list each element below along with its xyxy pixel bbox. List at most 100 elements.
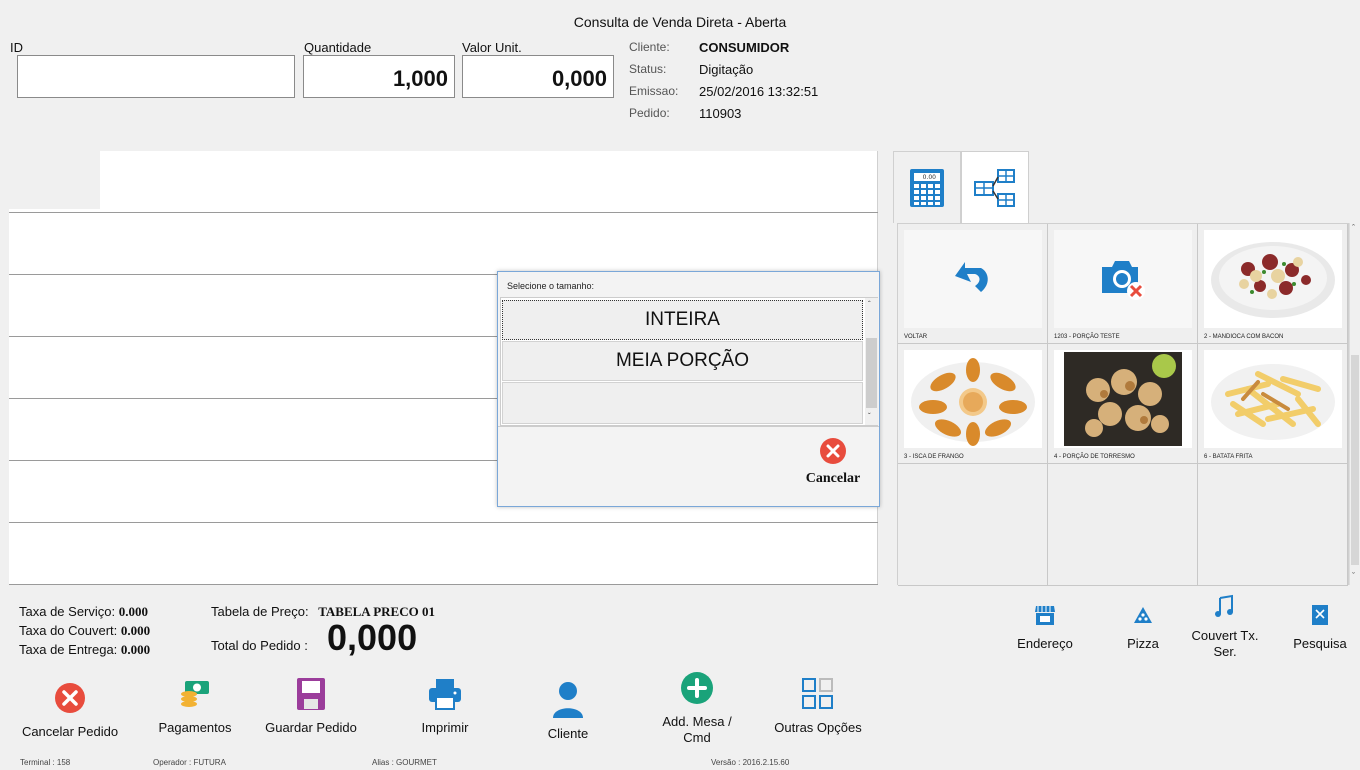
window-title: Consulta de Venda Direta - Aberta [573, 14, 787, 30]
size-option-empty[interactable] [502, 382, 863, 424]
dialog-cancel-label: Cancelar [805, 471, 861, 486]
product-name: 3 - ISCA DE FRANGO [904, 454, 964, 460]
dialog-divider [498, 426, 879, 427]
pedido-value: 110903 [699, 106, 742, 121]
unit-price-input[interactable]: 0,000 [462, 55, 614, 98]
table-row[interactable] [9, 523, 878, 585]
status-bar: Terminal : 158 Operador : FUTURA Alias :… [0, 757, 1360, 770]
pesquisa-button[interactable]: Pesquisa [1290, 600, 1350, 651]
dialog-cancel-button[interactable]: Cancelar [798, 437, 868, 497]
product-tile[interactable]: 2 - MANDIOCA COM BACON [1198, 224, 1348, 344]
save-order-button[interactable]: Guardar Pedido [255, 674, 367, 736]
endereco-button[interactable]: Endereço [1015, 600, 1075, 651]
scroll-down-icon[interactable]: ˇ [1352, 571, 1355, 581]
size-list: INTEIRA MEIA PORÇÃO ˆ ˇ [500, 297, 878, 426]
taxa-servico: Taxa de Serviço: 0.000 [19, 604, 148, 620]
taxa-couvert-key: Taxa do Couvert: [19, 623, 118, 638]
product-tile[interactable]: 3 - ISCA DE FRANGO [898, 344, 1048, 464]
taxa-entrega-key: Taxa de Entrega: [19, 642, 118, 657]
scroll-down-icon[interactable]: ˇ [868, 412, 871, 421]
pizza-label: Pizza [1127, 636, 1159, 651]
pizza-icon [1134, 607, 1152, 623]
taxa-entrega: Taxa de Entrega: 0.000 [19, 642, 150, 658]
payments-label: Pagamentos [158, 720, 232, 735]
quantity-input[interactable]: 1,000 [303, 55, 455, 98]
music-note-icon [1215, 594, 1233, 617]
size-option-meia-porcao[interactable]: MEIA PORÇÃO [502, 341, 863, 381]
scroll-up-icon[interactable]: ˆ [868, 300, 871, 309]
search-book-icon [1312, 605, 1328, 625]
taxa-servico-value: 0.000 [118, 604, 148, 619]
pizza-button[interactable]: Pizza [1118, 600, 1168, 651]
table-link-icon [974, 168, 1015, 207]
svg-text:0.00: 0.00 [923, 174, 937, 181]
table-row[interactable] [9, 151, 878, 213]
product-tile[interactable]: 1203 - PORÇÃO TESTE [1048, 224, 1198, 344]
quantity-label: Quantidade [304, 40, 372, 55]
total-label: Total do Pedido : [211, 638, 308, 653]
store-icon [1035, 606, 1055, 625]
size-scroll-thumb[interactable] [866, 338, 877, 408]
payments-button[interactable]: Pagamentos [145, 674, 245, 736]
close-circle-icon [55, 683, 85, 713]
products-scroll-thumb[interactable] [1351, 355, 1359, 565]
product-tile[interactable]: VOLTAR [898, 224, 1048, 344]
other-options-button[interactable]: Outras Opções [765, 674, 871, 736]
calculator-icon: 0.00 [910, 168, 944, 207]
other-options-label: Outras Opções [774, 720, 862, 735]
status-operador: Operador : FUTURA [153, 758, 226, 767]
status-key: Status: [629, 62, 667, 76]
couvert-label: Couvert Tx. Ser. [1191, 628, 1259, 659]
save-order-label: Guardar Pedido [265, 720, 357, 735]
total-value: 0,000 [327, 617, 418, 658]
table-row[interactable] [9, 213, 878, 275]
scroll-up-icon[interactable]: ˆ [1352, 223, 1355, 233]
cancel-order-button[interactable]: Cancelar Pedido [14, 678, 126, 740]
client-label: Cliente [547, 726, 589, 741]
right-panel-tabs: 0.00 [893, 151, 1360, 223]
size-option-inteira[interactable]: INTEIRA [502, 300, 863, 340]
dialog-title: Selecione o tamanho: [507, 281, 595, 291]
grid-options-icon [802, 678, 833, 709]
size-list-scrollbar[interactable]: ˆ ˇ [865, 298, 878, 425]
product-tile[interactable]: 6 - BATATA FRITA [1198, 344, 1348, 464]
food-photo [1054, 350, 1192, 448]
product-tile-empty[interactable] [1198, 464, 1348, 586]
save-icon [297, 678, 325, 710]
food-photo [1204, 350, 1342, 448]
cancel-order-label: Cancelar Pedido [21, 724, 119, 739]
taxa-couvert-value: 0.000 [120, 623, 151, 638]
product-tile-empty[interactable] [898, 464, 1048, 586]
products-grid: VOLTAR 1203 - PORÇÃO TESTE 2 - MANDIOCA … [897, 223, 1349, 586]
status-terminal: Terminal : 158 [20, 758, 71, 767]
pedido-key: Pedido: [629, 106, 670, 120]
add-table-button[interactable]: Add. Mesa / Cmd [645, 668, 749, 746]
couvert-button[interactable]: Couvert Tx. Ser. [1190, 592, 1260, 660]
taxa-servico-key: Taxa de Serviço: [19, 604, 116, 619]
money-icon [181, 681, 209, 707]
unit-price-label: Valor Unit. [462, 40, 522, 55]
undo-icon [955, 262, 988, 292]
emissao-key: Emissao: [629, 84, 679, 98]
product-name: 2 - MANDIOCA COM BACON [1204, 334, 1284, 340]
cliente-value: CONSUMIDOR [699, 40, 790, 55]
close-circle-icon [820, 438, 846, 464]
cliente-key: Cliente: [629, 40, 670, 54]
tab-calculator[interactable]: 0.00 [893, 151, 961, 223]
food-photo [904, 350, 1042, 448]
taxa-entrega-value: 0.000 [120, 642, 151, 657]
tab-tables[interactable] [961, 151, 1029, 223]
status-versao: Versão : 2016.2.15.60 [711, 758, 790, 767]
id-label: ID [10, 40, 23, 55]
status-value: Digitação [699, 62, 754, 77]
product-tile[interactable]: 4 - PORÇÃO DE TORRESMO [1048, 344, 1198, 464]
product-name: 6 - BATATA FRITA [1204, 454, 1253, 460]
product-name: 4 - PORÇÃO DE TORRESMO [1054, 454, 1135, 460]
print-button[interactable]: Imprimir [395, 674, 495, 736]
camera-no-photo-icon [1102, 261, 1145, 300]
endereco-label: Endereço [1017, 636, 1073, 651]
id-input[interactable] [17, 55, 295, 98]
product-tile-empty[interactable] [1048, 464, 1198, 586]
client-button[interactable]: Cliente [518, 680, 618, 742]
price-table-key: Tabela de Preço: [211, 604, 309, 619]
